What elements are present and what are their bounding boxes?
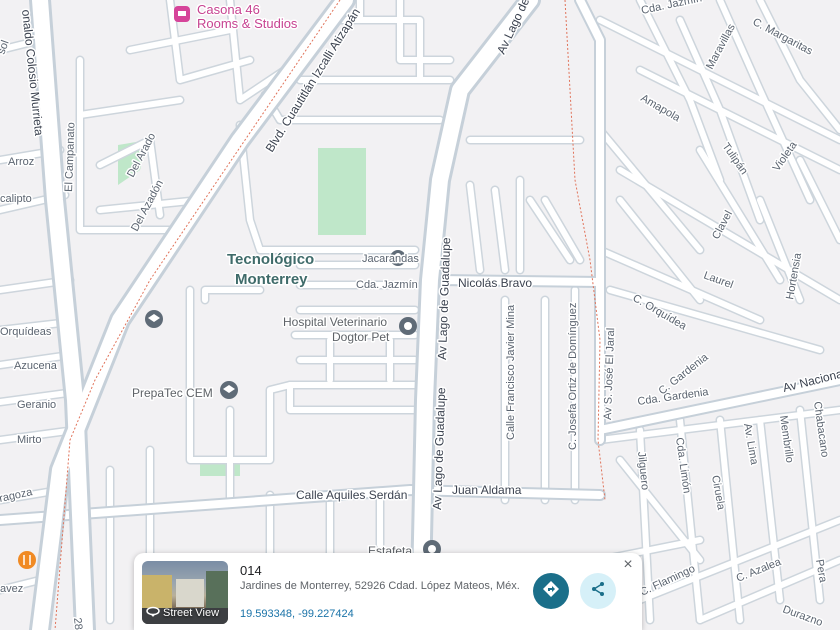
azucena-label: Azucena (14, 360, 58, 372)
nicolas-bravo-label: Nicolás Bravo (458, 276, 532, 290)
campus-label[interactable]: Tecnológico (226, 250, 316, 270)
lago-guadalupe-label: Av Lago de Guadalupe (435, 237, 453, 360)
street-view-icon (146, 605, 160, 620)
place-coordinates[interactable]: 19.593348, -99.227424 (240, 608, 354, 620)
casona-label-2[interactable]: Rooms & Studios (196, 15, 300, 33)
close-icon: × (623, 556, 633, 573)
mirto-label: Mirto (17, 434, 41, 446)
map-canvas[interactable]: Casona 46 Rooms & Studios Tecnológico Mo… (0, 0, 840, 630)
school-icon[interactable] (145, 310, 163, 328)
aquiles-serdan-label: Calle Aquiles Serdán (296, 488, 407, 502)
place-title: 014 (240, 563, 262, 578)
prepatec-label[interactable]: PrepaTec CEM (131, 385, 215, 402)
amapola-label: Amapola (639, 92, 683, 125)
san-jose-label: Av S. José El Jaral (602, 328, 617, 420)
directions-icon (542, 580, 560, 603)
directions-button[interactable] (533, 573, 569, 609)
street-view-label[interactable]: Street View (146, 605, 219, 620)
geranio-label: Geranio (17, 399, 56, 411)
josefa-label: C. Josefa Ortiz de Domínguez (567, 303, 579, 450)
thumb-building-2 (176, 579, 204, 607)
calipto-label: calipto (0, 193, 32, 205)
cda-limon-label: Cda. Limón (673, 437, 693, 494)
maravillas-label: Maravillas (704, 22, 738, 72)
sol-label: sol (0, 39, 12, 56)
hotel-icon[interactable] (174, 6, 190, 22)
cda-jazmin-top-label: Cda. Jazmín (640, 0, 703, 17)
hospital-label[interactable]: Hospital Veterinario (282, 314, 389, 331)
jacarandas-label: Jacarandas (362, 253, 419, 265)
place-address: Jardines de Monterrey, 52926 Cdad. López… (240, 580, 520, 592)
orquideas-label: Orquídeas (0, 326, 52, 338)
place-info-card: Street View 014 Jardines de Monterrey, 5… (134, 553, 642, 630)
juan-aldama-label: Juan Aldama (452, 483, 522, 497)
membrillo-label: Membrillo (777, 415, 796, 464)
vet-hospital-icon[interactable] (399, 317, 417, 335)
cda-jazmin-label: Cda. Jazmín (356, 279, 418, 291)
street-number-label: 28 (71, 617, 84, 630)
avez-label: avez (0, 583, 23, 595)
francisco-mina-label: Calle Francisco Javier Mina (505, 304, 517, 440)
laurel-label: Laurel (702, 270, 735, 292)
restaurant-icon[interactable] (18, 551, 36, 569)
share-button[interactable] (580, 573, 616, 609)
casona-label[interactable]: Casona 46 (196, 1, 262, 19)
campus-label-2[interactable]: Monterrey (234, 270, 310, 290)
close-button[interactable]: × (618, 555, 638, 575)
arroz-label: Arroz (8, 156, 34, 168)
share-icon (590, 581, 606, 602)
prepatec-icon[interactable] (220, 381, 238, 399)
street-view-text: Street View (163, 606, 220, 619)
campanato-label: El Campanato (63, 122, 77, 192)
thumb-building-3 (206, 571, 228, 609)
durazno-label: Durazno (781, 604, 824, 629)
park-area-main (318, 148, 366, 235)
ragoza-label: ragoza (0, 486, 34, 505)
street-view-thumbnail[interactable]: Street View (142, 561, 228, 624)
hospital-label-2[interactable]: Dogtor Pet (331, 329, 392, 346)
